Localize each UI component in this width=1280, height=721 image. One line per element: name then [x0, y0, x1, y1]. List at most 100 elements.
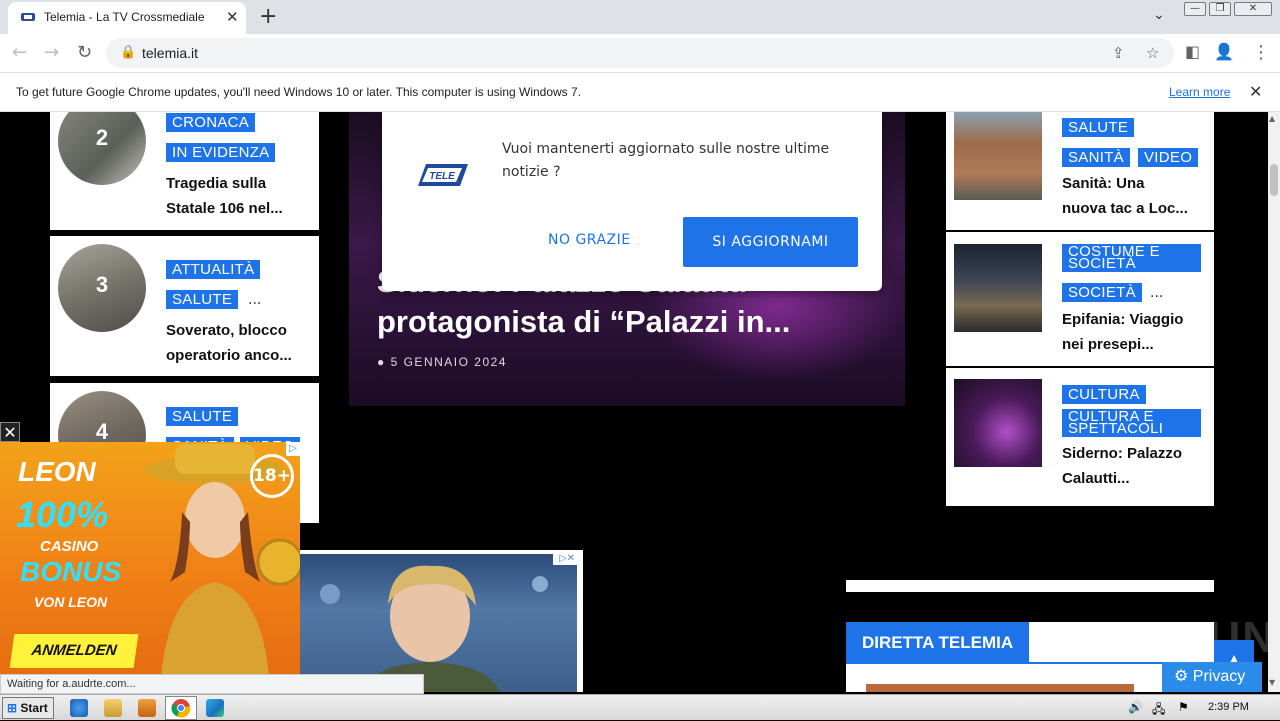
- leon-casino-ad[interactable]: LEON 100% CASINO BONUS VON LEON ANMELDEN…: [0, 442, 300, 692]
- file-explorer-icon[interactable]: [104, 699, 122, 717]
- article-headline-line1[interactable]: Tragedia sulla: [166, 171, 266, 196]
- ad-von-leon: VON LEON: [34, 594, 108, 610]
- age-restriction-badge: 18+: [250, 454, 294, 498]
- category-tag[interactable]: SALUTE: [166, 290, 239, 309]
- url-text[interactable]: telemia.it: [142, 45, 198, 61]
- list-item[interactable]: CULTURA CULTURA E SPETTACOLI Siderno: Pa…: [946, 368, 1214, 506]
- menu-icon[interactable]: ⋮: [1252, 42, 1270, 63]
- privacy-button[interactable]: ⚙ Privacy: [1162, 662, 1262, 692]
- list-item[interactable]: 3 ATTUALITÀ SALUTE ... Soverato, blocco …: [50, 236, 319, 376]
- media-player-icon[interactable]: [138, 699, 156, 717]
- article-headline-line2[interactable]: Statale 106 nel...: [166, 196, 283, 221]
- category-tag[interactable]: COSTUME E SOCIETÀ: [1062, 244, 1201, 272]
- flag-icon[interactable]: ⚑: [1178, 700, 1189, 714]
- edge-icon[interactable]: [206, 699, 224, 717]
- browser-tab[interactable]: Telemia - La TV Crossmediale ✕: [8, 2, 246, 34]
- close-ad-button[interactable]: ✕: [0, 422, 20, 442]
- tab-title: Telemia - La TV Crossmediale: [44, 10, 205, 24]
- article-headline-line2[interactable]: nuova tac a Loc...: [1062, 196, 1188, 221]
- adchoices-close-icon[interactable]: ▷✕: [553, 552, 581, 565]
- article-headline-line1[interactable]: Sanità: Una: [1062, 171, 1145, 196]
- featured-date: ● 5 GENNAIO 2024: [377, 355, 507, 369]
- reload-icon[interactable]: ↻: [77, 42, 92, 63]
- infobar-message: To get future Google Chrome updates, you…: [16, 85, 582, 99]
- category-tag[interactable]: VIDEO: [1138, 148, 1199, 167]
- scrollbar-thumb[interactable]: [1270, 164, 1278, 196]
- category-tag[interactable]: CRONACA: [166, 113, 256, 132]
- article-headline-line1[interactable]: Soverato, blocco: [166, 318, 287, 343]
- share-icon[interactable]: ⇪: [1112, 44, 1125, 62]
- article-headline-line2[interactable]: Calautti...: [1062, 466, 1130, 491]
- ad-photo: [300, 554, 577, 692]
- minimize-button[interactable]: —: [1184, 2, 1206, 16]
- start-label: Start: [20, 701, 48, 715]
- article-headline-line1[interactable]: Siderno: Palazzo: [1062, 441, 1182, 466]
- scroll-up-arrow-icon[interactable]: ▲: [1269, 114, 1275, 123]
- scroll-down-arrow-icon[interactable]: ▼: [1269, 678, 1275, 687]
- bookmark-star-icon[interactable]: ☆: [1146, 44, 1159, 62]
- adchoices-icon[interactable]: ▷: [286, 442, 300, 456]
- telemia-favicon-icon: [21, 13, 35, 21]
- page-content: 2 CRONACA IN EVIDENZA Tragedia sulla Sta…: [0, 112, 1268, 692]
- article-thumbnail[interactable]: [954, 112, 1042, 200]
- more-tags-ellipsis: ...: [1150, 285, 1164, 301]
- category-tag[interactable]: CULTURA E SPETTACOLI: [1062, 409, 1201, 437]
- article-thumbnail[interactable]: 2: [58, 112, 146, 185]
- category-tag[interactable]: CULTURA: [1062, 385, 1146, 404]
- tab-close-icon[interactable]: ✕: [226, 8, 239, 26]
- category-tag[interactable]: SANITÀ: [1062, 148, 1130, 167]
- page-scrollbar[interactable]: ▲ ▼: [1268, 112, 1280, 692]
- lock-icon[interactable]: 🔒: [120, 45, 136, 60]
- ad-signup-button[interactable]: ANMELDEN: [9, 634, 139, 668]
- featured-date-text: 5 GENNAIO 2024: [390, 355, 507, 369]
- browser-toolbar: ← → ↻ 🔒 telemia.it ⇪ ☆ ◧ 👤 ⋮: [0, 34, 1280, 72]
- back-icon[interactable]: ←: [12, 42, 27, 63]
- tab-strip: Telemia - La TV Crossmediale ✕ + ⌄ — ❐ ✕: [0, 0, 1280, 34]
- ad-bonus: BONUS: [20, 556, 122, 587]
- profile-icon[interactable]: 👤: [1214, 42, 1234, 61]
- update-infobar: To get future Google Chrome updates, you…: [0, 72, 1280, 112]
- taskbar-clock[interactable]: 2:39 PM: [1208, 701, 1249, 713]
- category-tag[interactable]: IN EVIDENZA: [166, 143, 276, 162]
- ad-casino: CASINO: [40, 538, 99, 555]
- svg-text:TELE: TELE: [429, 171, 455, 182]
- featured-headline-line2[interactable]: protagonista di “Palazzi in...: [377, 302, 877, 342]
- no-thanks-button[interactable]: NO GRAZIE: [548, 232, 631, 248]
- new-tab-button[interactable]: +: [259, 4, 277, 29]
- push-notification-popup: TELE Vuoi mantenerti aggiornato sulle no…: [382, 112, 882, 291]
- article-headline-line2[interactable]: operatorio anco...: [166, 343, 292, 368]
- subscribe-button[interactable]: SI AGGIORNAMI: [683, 217, 858, 267]
- article-thumbnail[interactable]: [954, 379, 1042, 467]
- live-tv-label[interactable]: DIRETTA TELEMIA: [846, 622, 1030, 664]
- system-tray: 🔊 🖧 ⚑: [1120, 696, 1280, 720]
- forward-icon[interactable]: →: [44, 42, 59, 63]
- article-thumbnail[interactable]: 3: [58, 244, 146, 332]
- list-item[interactable]: 2 CRONACA IN EVIDENZA Tragedia sulla Sta…: [50, 112, 319, 230]
- tab-search-icon[interactable]: ⌄: [1153, 7, 1165, 23]
- category-tag[interactable]: SOCIETÀ: [1062, 283, 1142, 302]
- ad-brand: LEON: [18, 456, 96, 487]
- infobar-close-icon[interactable]: ✕: [1249, 82, 1262, 101]
- category-tag[interactable]: SALUTE: [166, 407, 239, 426]
- live-tv-preview[interactable]: [866, 684, 1134, 692]
- address-bar[interactable]: 🔒 telemia.it ⇪ ☆: [106, 38, 1174, 68]
- article-headline-line2[interactable]: nei presepi...: [1062, 332, 1154, 357]
- list-item[interactable]: COSTUME E SOCIETÀ SOCIETÀ ... Epifania: …: [946, 232, 1214, 366]
- maximize-button[interactable]: ❐: [1209, 2, 1231, 16]
- category-tag[interactable]: ATTUALITÀ: [166, 260, 261, 279]
- network-icon[interactable]: 🖧: [1152, 700, 1165, 721]
- photo-ad[interactable]: ▷✕: [300, 550, 583, 692]
- more-tags-ellipsis: ...: [248, 292, 262, 308]
- list-item[interactable]: SALUTE SANITÀ VIDEO Sanità: Una nuova ta…: [946, 112, 1214, 230]
- article-thumbnail[interactable]: [954, 244, 1042, 332]
- chrome-taskbar-item[interactable]: [165, 696, 197, 720]
- telemia-logo-icon: TELE: [418, 164, 468, 186]
- internet-explorer-icon[interactable]: [70, 699, 88, 717]
- side-panel-icon[interactable]: ◧: [1185, 42, 1200, 61]
- start-button[interactable]: ⊞ Start: [2, 697, 54, 719]
- category-tag[interactable]: SALUTE: [1062, 118, 1135, 137]
- close-window-button[interactable]: ✕: [1234, 2, 1272, 16]
- article-headline-line1[interactable]: Epifania: Viaggio: [1062, 307, 1183, 332]
- learn-more-link[interactable]: Learn more: [1169, 85, 1230, 99]
- volume-icon[interactable]: 🔊: [1128, 700, 1143, 714]
